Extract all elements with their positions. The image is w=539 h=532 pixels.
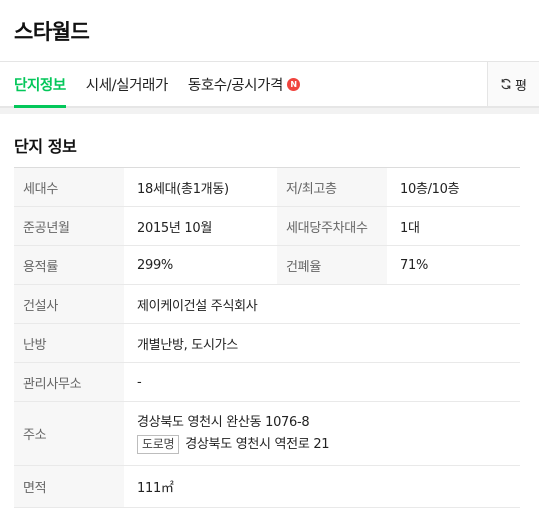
heating-label: 난방 [14, 324, 124, 362]
road-name-tag: 도로명 [137, 434, 180, 454]
table-row: 건설사 제이케이건설 주식회사 [14, 285, 520, 324]
page-title: 스타월드 [14, 19, 90, 44]
tab-label: 동호수/공시가격 [187, 77, 283, 94]
table-row: 주소 경상북도 영천시 완산동 1076-8 도로명 경상북도 영천시 역전로 2… [14, 402, 520, 466]
refresh-icon [501, 78, 511, 90]
far-value: 299% [137, 257, 173, 273]
households-value: 18세대(총1개동) [137, 181, 229, 197]
tab-complex-info[interactable]: 단지정보 [0, 62, 66, 108]
tab-label: 단지정보 [14, 77, 66, 94]
households-label: 세대수 [14, 168, 124, 206]
floors-value: 10층/10층 [400, 181, 460, 197]
bcr-label: 건폐율 [277, 246, 387, 284]
parking-label: 세대당주차대수 [277, 207, 387, 245]
table-row: 관리사무소 - [14, 363, 520, 402]
office-value: - [137, 374, 142, 390]
completion-value: 2015년 10월 [137, 220, 212, 236]
address-label: 주소 [14, 402, 124, 465]
builder-value: 제이케이건설 주식회사 [137, 298, 258, 314]
table-row: 면적 111㎡ [14, 466, 520, 508]
tab-bar: 단지정보 시세/실거래가 동호수/공시가격 N 평 [0, 62, 539, 108]
tab-label: 시세/실거래가 [85, 77, 169, 94]
builder-label: 건설사 [14, 285, 124, 323]
office-label: 관리사무소 [14, 363, 124, 401]
area-value: 111㎡ [137, 481, 174, 496]
complex-info-table: 세대수 18세대(총1개동) 저/최고층 10층/10층 준공년월 2015년 … [14, 167, 520, 508]
address-road: 경상북도 영천시 역전로 21 [185, 436, 330, 452]
pyeong-label: 평 [515, 78, 527, 94]
parking-value: 1대 [400, 220, 420, 236]
area-label: 면적 [14, 466, 124, 507]
address-lot: 경상북도 영천시 완산동 1076-8 [137, 414, 310, 430]
floors-label: 저/최고층 [277, 168, 387, 206]
bcr-value: 71% [400, 257, 428, 273]
new-badge: N [286, 77, 300, 91]
address-road-line: 도로명 경상북도 영천시 역전로 21 [137, 434, 330, 456]
table-row: 난방 개별난방, 도시가스 [14, 324, 520, 363]
completion-label: 준공년월 [14, 207, 124, 245]
tab-price[interactable]: 시세/실거래가 [66, 62, 169, 106]
table-row: 준공년월 2015년 10월 세대당주차대수 1대 [14, 207, 520, 246]
page-header: 스타월드 [0, 0, 539, 62]
section-title: 단지 정보 [14, 137, 77, 156]
heating-value: 개별난방, 도시가스 [137, 337, 238, 353]
pyeong-toggle-button[interactable]: 평 [487, 62, 539, 106]
table-row: 세대수 18세대(총1개동) 저/최고층 10층/10층 [14, 168, 520, 207]
address-value: 경상북도 영천시 완산동 1076-8 도로명 경상북도 영천시 역전로 21 [124, 402, 520, 465]
tab-unit-price[interactable]: 동호수/공시가격 N [168, 62, 300, 106]
table-row: 용적률 299% 건폐율 71% [14, 246, 520, 285]
far-label: 용적률 [14, 246, 124, 284]
